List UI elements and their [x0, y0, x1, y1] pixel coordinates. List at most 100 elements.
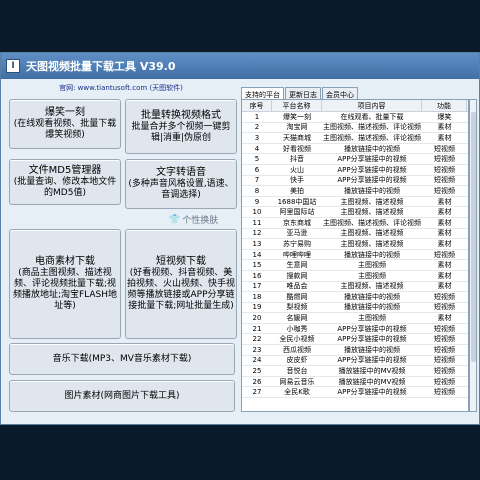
skin-button[interactable]: 👕 个性换肤 — [169, 213, 218, 227]
table-cell: 素材 — [437, 271, 452, 280]
table-row[interactable]: 12 亚马逊 主图视频、描述视频 素材 — [242, 229, 468, 240]
ecommerce-download-button[interactable]: 电商素材下载 (商品主图视频、描述视频、评论视频批量下载;视频播放地址;淘宝FL… — [9, 229, 121, 339]
music-download-button[interactable]: 音乐下载(MP3、MV音乐素材下载) — [9, 343, 235, 375]
table-cell: 音悦台 — [286, 367, 308, 376]
table-row[interactable]: 1 爆笑一刻 在线观看、批量下载 爆笑 — [242, 112, 468, 123]
table-cell: 素材 — [437, 133, 452, 142]
text-to-speech-button[interactable]: 文字转语音 (多种声音风格设置,语速、音调选择) — [125, 159, 237, 209]
table-row[interactable]: 4 好看视频 播放链接中的视频 短视频 — [242, 144, 468, 155]
table-cell: 播放链接中的视频 — [344, 345, 400, 354]
table-cell: 苏宁易购 — [283, 239, 311, 248]
table-cell: APP分享链接中的视频 — [337, 155, 407, 164]
table-row[interactable]: 17 唯品会 主图视频、描述视频 素材 — [242, 282, 468, 293]
table-cell: 5 — [254, 155, 260, 164]
table-cell: 20 — [252, 314, 262, 323]
music-download-label: 音乐下载(MP3、MV音乐素材下载) — [52, 353, 192, 364]
table-row[interactable]: 16 搜款网 主图视频 素材 — [242, 271, 468, 282]
table-cell: APP分享链接中的视频 — [337, 335, 407, 344]
table-row[interactable]: 11 京东商城 主图视频、描述视频、评论视频 素材 — [242, 218, 468, 229]
table-cell: 短视频 — [434, 377, 455, 386]
convert-video-button[interactable]: 批量转换视频格式 批量合并多个视频一键剪辑|消重|伪原创 — [125, 99, 237, 154]
table-row[interactable]: 23 西瓜视频 播放链接中的视频 短视频 — [242, 345, 468, 356]
table-cell: 19 — [252, 303, 262, 312]
table-cell: 17 — [252, 282, 262, 291]
table-row[interactable]: 8 美拍 播放链接中的视频 短视频 — [242, 186, 468, 197]
table-row[interactable]: 27 全民K歌 APP分享链接中的视频 短视频 — [242, 387, 468, 399]
table-row[interactable]: 5 抖音 APP分享链接中的视频 短视频 — [242, 154, 468, 165]
table-cell: 播放链接中的视频 — [344, 144, 400, 153]
joke-button-label: 爆笑一刻 — [45, 107, 85, 119]
md5-manager-desc: (批量查询、修改本地文件的MD5值) — [13, 177, 117, 198]
table-cell: 1688中国站 — [277, 197, 317, 206]
table-cell: 主图视频、描述视频 — [340, 239, 404, 248]
table-row[interactable]: 22 全民小视频 APP分享链接中的视频 短视频 — [242, 334, 468, 346]
table-cell: 23 — [252, 345, 262, 354]
table-cell: 短视频 — [434, 356, 455, 365]
table-row[interactable]: 26 网易云音乐 播放链接中的MV视频 短视频 — [242, 377, 468, 388]
table-row[interactable]: 18 酷燃网 播放链接中的视频 短视频 — [242, 292, 468, 303]
table-cell: 好看视频 — [283, 144, 311, 153]
table-row[interactable]: 2 淘宝网 主图视频、描述视频、评论视频 素材 — [242, 123, 468, 134]
table-row[interactable]: 25 音悦台 播放链接中的MV视频 短视频 — [242, 366, 468, 377]
official-brand: (天图软件) — [149, 84, 183, 92]
table-cell: 素材 — [437, 314, 452, 323]
table-cell: 10 — [252, 208, 262, 217]
table-row[interactable]: 14 哔哩哔哩 播放链接中的视频 短视频 — [242, 250, 468, 261]
table-cell: 1 — [254, 112, 260, 121]
table-cell: 7 — [254, 176, 260, 185]
table-cell: 26 — [252, 377, 262, 386]
table-cell: 播放链接中的视频 — [344, 186, 400, 195]
table-row[interactable]: 7 快手 APP分享链接中的视频 短视频 — [242, 176, 468, 187]
scroll-thumb[interactable] — [471, 112, 476, 362]
md5-manager-button[interactable]: 文件MD5管理器 (批量查询、修改本地文件的MD5值) — [9, 159, 121, 205]
image-material-button[interactable]: 图片素材(网商图片下载工具) — [9, 380, 235, 412]
table-cell: 美拍 — [290, 186, 304, 195]
official-url-link[interactable]: www.tiantusoft.com — [78, 84, 148, 92]
table-row[interactable]: 24 皮皮虾 APP分享链接中的视频 短视频 — [242, 356, 468, 367]
joke-button-desc: (在线观看视频、批量下载爆笑视频) — [13, 119, 117, 140]
table-row[interactable]: 20 名媛网 主图视频 素材 — [242, 313, 468, 324]
app-icon: I — [6, 59, 20, 73]
table-cell: APP分享链接中的视频 — [337, 388, 407, 397]
table-row[interactable]: 21 小咖秀 APP分享链接中的视频 短视频 — [242, 324, 468, 335]
table-row[interactable]: 10 阿里国际站 主图视频、描述视频 素材 — [242, 207, 468, 218]
table-cell: 梨视频 — [286, 303, 308, 312]
col-platform[interactable]: 平台名称 — [272, 100, 322, 111]
table-cell: 短视频 — [434, 324, 455, 333]
table-cell: 短视频 — [434, 292, 455, 301]
table-cell: 播放链接中的视频 — [344, 292, 400, 301]
title-bar: I 天图视频批量下载工具 V39.0 — [1, 53, 479, 79]
table-row[interactable]: 13 苏宁易购 主图视频、描述视频 素材 — [242, 239, 468, 250]
table-cell: 名媛网 — [286, 314, 308, 323]
table-scrollbar[interactable] — [469, 99, 477, 412]
table-row[interactable]: 9 1688中国站 主图视频、描述视频 素材 — [242, 197, 468, 208]
table-row[interactable]: 15 生意网 主图视频 素材 — [242, 260, 468, 271]
short-video-button[interactable]: 短视频下载 (好看视频、抖音视频、美拍视频、火山视频、快手视频等播放链接或APP… — [125, 229, 237, 339]
app-window: I 天图视频批量下载工具 V39.0 官网: www.tiantusoft.co… — [0, 52, 480, 425]
table-cell: 15 — [252, 261, 262, 270]
tts-label: 文字转语音 — [156, 167, 206, 179]
table-cell: 短视频 — [434, 176, 455, 185]
col-index[interactable]: 序号 — [242, 100, 272, 111]
joke-button[interactable]: 爆笑一刻 (在线观看视频、批量下载爆笑视频) — [9, 99, 121, 149]
table-row[interactable]: 6 火山 APP分享链接中的视频 短视频 — [242, 165, 468, 176]
table-cell: 主图视频、描述视频 — [340, 208, 404, 217]
col-function[interactable]: 功能 — [422, 100, 467, 111]
table-row[interactable]: 3 天猫商城 主图视频、描述视频、评论视频 素材 — [242, 133, 468, 144]
convert-video-desc: 批量合并多个视频一键剪辑|消重|伪原创 — [131, 121, 231, 143]
table-cell: 素材 — [437, 208, 452, 217]
table-cell: 火山 — [290, 165, 304, 174]
table-cell: 唯品会 — [286, 282, 308, 291]
official-label: 官网: — [59, 84, 76, 92]
table-cell: 皮皮虾 — [286, 356, 308, 365]
table-cell: 抖音 — [290, 155, 304, 164]
short-video-desc: (好看视频、抖音视频、美拍视频、火山视频、快手视频等播放链接或APP分享链接批量… — [126, 268, 235, 311]
col-content[interactable]: 项目内容 — [322, 100, 422, 111]
table-cell: 11 — [252, 218, 262, 227]
table-cell: 短视频 — [434, 367, 455, 376]
table-header: 序号 平台名称 项目内容 功能 — [242, 100, 468, 112]
table-cell: 27 — [252, 388, 262, 397]
image-material-label: 图片素材(网商图片下载工具) — [64, 390, 180, 401]
ecommerce-desc: (商品主图视频、描述视频、评论视频批量下载;视频播放地址;淘宝FLASH地址等) — [12, 268, 118, 311]
table-row[interactable]: 19 梨视频 播放链接中的视频 短视频 — [242, 303, 468, 314]
